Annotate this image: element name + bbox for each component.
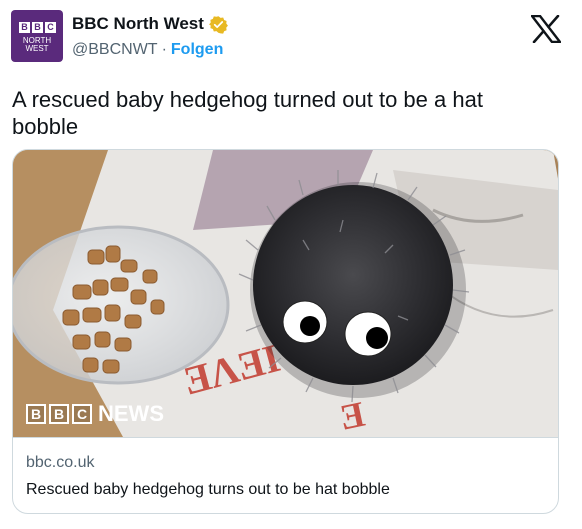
separator: · (161, 41, 167, 58)
display-name[interactable]: BBC North West (72, 14, 204, 34)
bbc-news-logo: B B C NEWS (26, 401, 164, 426)
avatar-bbc-logo: B B C (19, 22, 56, 33)
card-title[interactable]: Rescued baby hedgehog turns out to be ha… (26, 481, 390, 499)
bbc-news-word: NEWS (98, 401, 164, 426)
name-line: BBC North West (72, 14, 228, 34)
avatar-letter-c: C (45, 22, 56, 33)
avatar-letter-b1: B (19, 22, 30, 33)
bbc-news-letter-b2: B (49, 404, 69, 424)
verified-badge-icon (209, 15, 228, 34)
card-divider (13, 437, 558, 438)
avatar[interactable]: B B C NORTH WEST (11, 10, 63, 62)
tweet: B B C NORTH WEST BBC North West @BBCNWT … (0, 0, 582, 529)
bbc-news-letter-b1: B (26, 404, 46, 424)
card-image[interactable]: ƎΛƎI Ǝ B B C NEWS (13, 150, 558, 437)
handle[interactable]: @BBCNWT (72, 41, 158, 59)
hedgehog-photo: ƎΛƎI Ǝ (13, 150, 558, 437)
avatar-letter-b2: B (32, 22, 43, 33)
x-logo-icon[interactable] (531, 15, 561, 43)
follow-button[interactable]: Folgen (171, 41, 223, 59)
avatar-region: NORTH WEST (11, 37, 63, 53)
avatar-line2: WEST (25, 44, 49, 53)
handle-line: @BBCNWT · Folgen (72, 41, 223, 59)
card-domain[interactable]: bbc.co.uk (26, 454, 94, 472)
bbc-news-letter-c: C (72, 404, 92, 424)
tweet-text: A rescued baby hedgehog turned out to be… (12, 87, 483, 139)
link-card[interactable]: ƎΛƎI Ǝ B B C NEWS bbc.co.uk Rescued baby… (12, 149, 559, 514)
